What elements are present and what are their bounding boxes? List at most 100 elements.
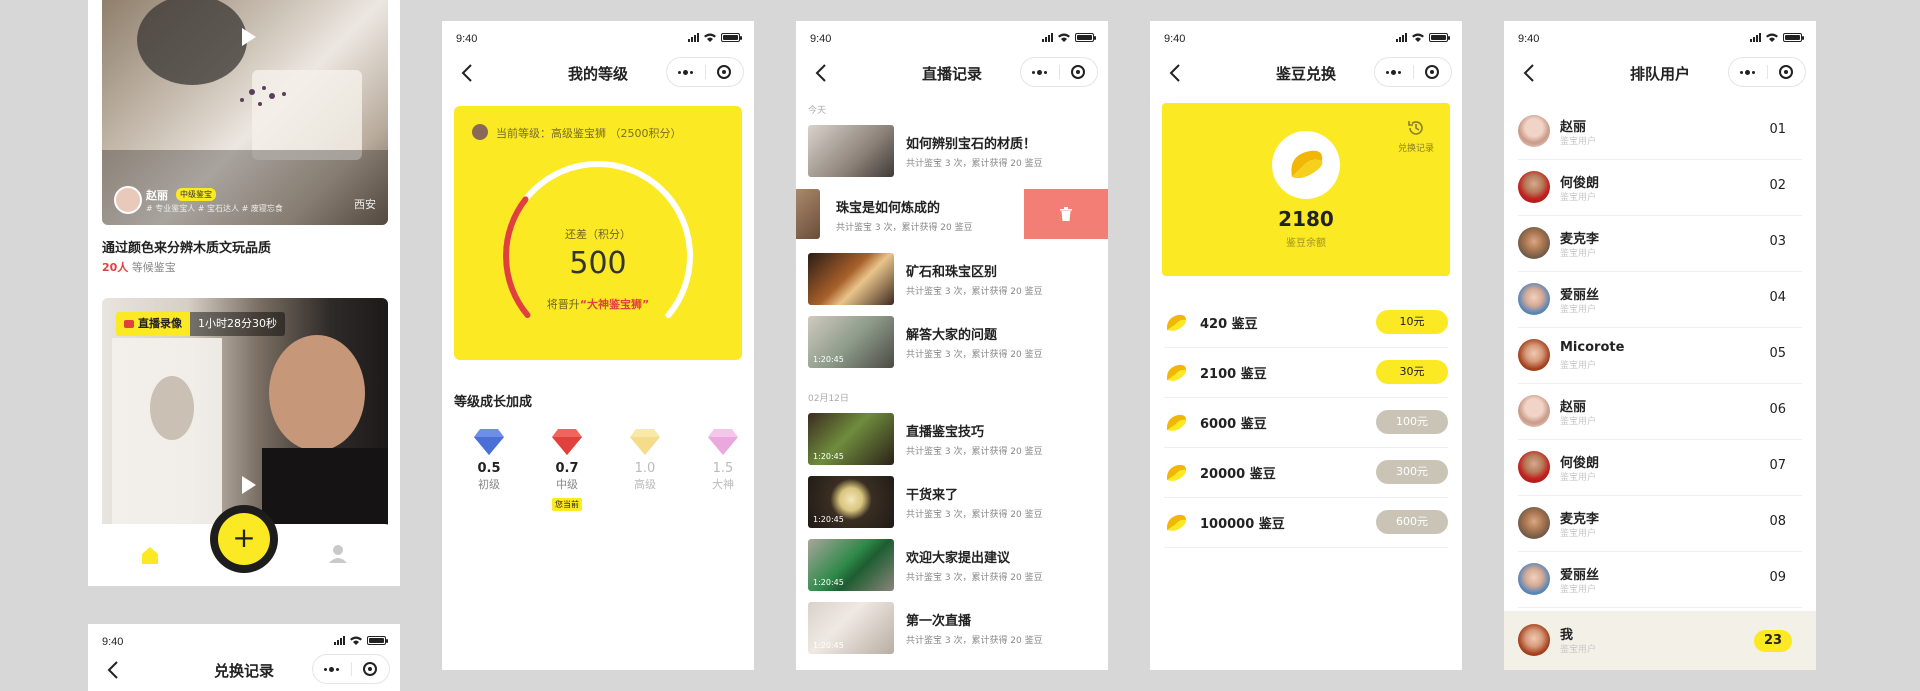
current-badge: 您当前 <box>552 498 582 511</box>
battery-icon <box>1783 33 1804 42</box>
more-icon <box>1386 69 1402 75</box>
list-item[interactable]: 1:20:45 解答大家的问题 共计鉴宝 3 次，累计获得 20 鉴豆 <box>796 316 1108 378</box>
wifi-icon <box>1058 33 1070 42</box>
diamond-blue-icon <box>474 429 504 455</box>
exchange-option: 420 鉴豆 10元 <box>1164 297 1448 348</box>
level-badge: 中级鉴宝 <box>176 188 216 201</box>
list-item[interactable]: 如何辨别宝石的材质！ 共计鉴宝 3 次，累计获得 20 鉴豆 <box>796 125 1108 187</box>
close-button[interactable] <box>1768 58 1806 86</box>
close-button[interactable] <box>352 655 390 683</box>
home-icon[interactable] <box>140 545 160 565</box>
thumbnail <box>808 125 894 177</box>
add-button[interactable]: + <box>218 513 270 565</box>
card-city: 西安 <box>354 198 376 211</box>
close-button[interactable] <box>1414 58 1452 86</box>
card-user-name: 赵丽 <box>146 189 168 202</box>
queue-users-screen: 9:40 排队用户 赵丽 鉴宝用户 01 何俊朗 鉴宝用户 02 麦克李 鉴宝用… <box>1504 21 1816 670</box>
price-button[interactable]: 10元 <box>1376 310 1448 334</box>
more-icon <box>324 666 340 672</box>
list-item[interactable]: 矿石和珠宝区别 共计鉴宝 3 次，累计获得 20 鉴豆 <box>796 253 1108 315</box>
diamond-gold-icon <box>630 429 660 455</box>
play-icon[interactable] <box>242 28 256 46</box>
bean-icon <box>1166 314 1187 331</box>
close-button[interactable] <box>1060 58 1098 86</box>
list-item[interactable]: 1:20:45 欢迎大家提出建议 共计鉴宝 3 次，累计获得 20 鉴豆 <box>796 539 1108 601</box>
balance-value: 2180 <box>1278 207 1334 231</box>
nav-bar: 排队用户 <box>1504 53 1816 93</box>
price-button[interactable]: 600元 <box>1376 510 1448 534</box>
more-button[interactable] <box>1021 58 1059 86</box>
thumbnail: 1:20:45 <box>808 476 894 528</box>
avatar <box>1518 283 1550 315</box>
bean-icon <box>1166 364 1187 381</box>
avatar <box>1518 339 1550 371</box>
delete-button[interactable] <box>1024 189 1108 239</box>
bean-avatar <box>1272 131 1340 199</box>
wifi-icon <box>1766 33 1778 42</box>
bean-icon <box>1166 464 1187 481</box>
queue-row[interactable]: 爱丽丝 鉴宝用户 09 <box>1518 551 1802 608</box>
card-title[interactable]: 通过颜色来分辨木质文玩品质 <box>102 237 271 256</box>
price-button[interactable]: 300元 <box>1376 460 1448 484</box>
list-item[interactable]: 1:20:45 直播鉴宝技巧 共计鉴宝 3 次，累计获得 20 鉴豆 <box>796 413 1108 475</box>
video-card-1-image[interactable]: 赵丽 中级鉴宝 # 专业鉴宝人 # 宝石达人 # 废寝忘食 西安 <box>102 0 388 225</box>
bean-exchange-screen: 9:40 鉴豆兑换 兑换记录 2180 鉴豆余额 420 鉴豆 10元 2100… <box>1150 21 1462 670</box>
target-icon <box>1779 65 1794 79</box>
wifi-icon <box>704 33 716 42</box>
list-item-swiped[interactable]: 珠宝是如何炼成的 共计鉴宝 3 次，累计获得 20 鉴豆 <box>796 189 1108 239</box>
more-icon <box>678 69 694 75</box>
list-item[interactable]: 1:20:45 第一次直播 共计鉴宝 3 次，累计获得 20 鉴豆 <box>796 602 1108 664</box>
wifi-icon <box>350 636 362 645</box>
exchange-option: 6000 鉴豆 100元 <box>1164 397 1448 448</box>
my-queue-row[interactable]: 我 鉴宝用户 23 <box>1504 611 1816 670</box>
battery-icon <box>1429 33 1450 42</box>
level-item-3: 1.0 高级 <box>620 429 670 492</box>
capsule-menu <box>1374 57 1452 87</box>
level-item-1: 0.5 初级 <box>464 429 514 492</box>
queue-row[interactable]: 麦克李 鉴宝用户 08 <box>1518 495 1802 552</box>
history-button[interactable]: 兑换记录 <box>1398 119 1434 154</box>
close-button[interactable] <box>706 58 744 86</box>
level-item-2: 0.7 中级 您当前 <box>542 429 592 511</box>
profile-icon[interactable] <box>328 544 348 564</box>
avatar <box>1518 171 1550 203</box>
list-item[interactable]: 1:20:45 干货来了 共计鉴宝 3 次，累计获得 20 鉴豆 <box>796 476 1108 538</box>
balance-label: 鉴豆余额 <box>1286 238 1326 249</box>
exchange-option: 20000 鉴豆 300元 <box>1164 447 1448 498</box>
avatar <box>1518 563 1550 595</box>
history-icon <box>1408 121 1423 135</box>
price-button[interactable]: 100元 <box>1376 410 1448 434</box>
more-button[interactable] <box>667 58 705 86</box>
battery-icon <box>721 33 742 42</box>
avatar <box>1518 624 1550 656</box>
play-icon[interactable] <box>242 476 256 494</box>
thumbnail: 1:20:45 <box>808 539 894 591</box>
avatar <box>1518 115 1550 147</box>
exchange-option: 2100 鉴豆 30元 <box>1164 347 1448 398</box>
more-button[interactable] <box>1729 58 1767 86</box>
feed-screen: 赵丽 中级鉴宝 # 专业鉴宝人 # 宝石达人 # 废寝忘食 西安 通过颜色来分辨… <box>88 0 400 586</box>
my-queue-number: 23 <box>1754 630 1792 652</box>
queue-row[interactable]: 麦克李 鉴宝用户 03 <box>1518 215 1802 272</box>
queue-row[interactable]: 赵丽 鉴宝用户 06 <box>1518 383 1802 440</box>
live-records-screen: 9:40 直播记录 今天 如何辨别宝石的材质！ 共计鉴宝 3 次，累计获得 20… <box>796 21 1108 670</box>
diamond-red-icon <box>552 429 582 455</box>
nav-bar: 我的等级 <box>442 53 754 93</box>
capsule-menu <box>1728 57 1806 87</box>
queue-row[interactable]: 何俊朗 鉴宝用户 02 <box>1518 159 1802 216</box>
queue-row[interactable]: Micorote 鉴宝用户 05 <box>1518 327 1802 384</box>
more-button[interactable] <box>313 655 351 683</box>
signal-icon <box>1750 33 1761 42</box>
target-icon <box>1425 65 1440 79</box>
thumbnail: 1:20:45 <box>808 316 894 368</box>
thumbnail <box>808 253 894 305</box>
queue-row[interactable]: 赵丽 鉴宝用户 01 <box>1518 103 1802 160</box>
price-button[interactable]: 30元 <box>1376 360 1448 384</box>
signal-icon <box>688 33 699 42</box>
avatar <box>1518 227 1550 259</box>
video-card-2-image[interactable]: 直播录像 1小时28分30秒 <box>102 298 388 538</box>
nav-bar: 兑换记录 <box>88 650 400 690</box>
more-button[interactable] <box>1375 58 1413 86</box>
queue-row[interactable]: 何俊朗 鉴宝用户 07 <box>1518 439 1802 496</box>
queue-row[interactable]: 爱丽丝 鉴宝用户 04 <box>1518 271 1802 328</box>
